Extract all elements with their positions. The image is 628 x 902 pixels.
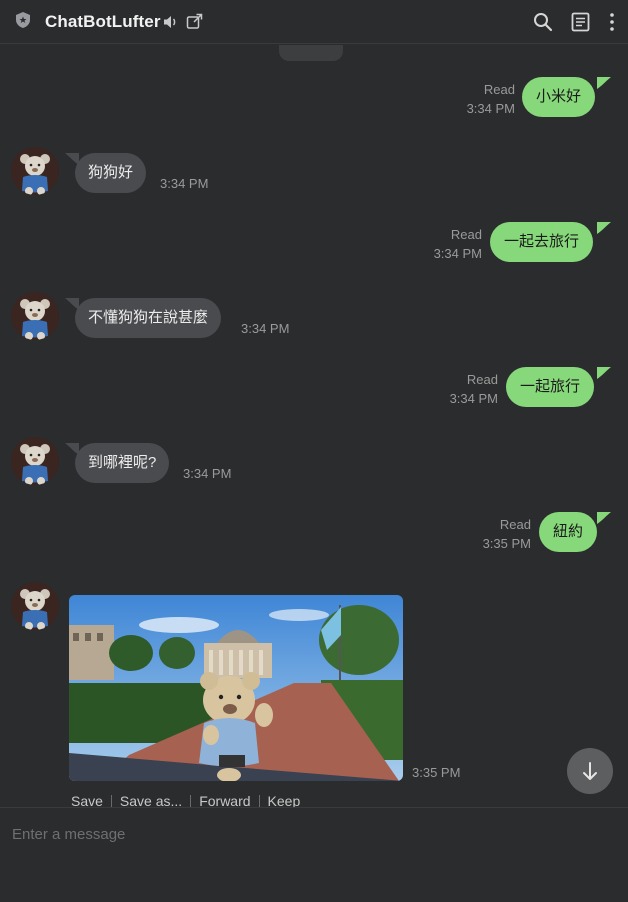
message-bubble-outgoing[interactable]: 一起旅行 bbox=[506, 367, 595, 407]
message-bubble-outgoing[interactable]: 小米好 bbox=[522, 77, 596, 117]
message-time: 3:34 PM bbox=[183, 466, 232, 481]
shield-icon bbox=[16, 12, 30, 28]
photo-image bbox=[69, 595, 403, 781]
bubble-tail bbox=[597, 77, 611, 89]
divider bbox=[258, 795, 260, 807]
more-vert-icon[interactable] bbox=[606, 12, 618, 32]
bubble-tail bbox=[597, 512, 611, 524]
message-meta: Read 3:34 PM bbox=[428, 370, 498, 408]
message-input[interactable] bbox=[12, 822, 612, 846]
scroll-to-bottom-button[interactable] bbox=[567, 748, 613, 794]
forward-link[interactable]: Forward bbox=[199, 793, 250, 807]
keep-link[interactable]: Keep bbox=[268, 793, 301, 807]
arrow-down-icon bbox=[583, 762, 597, 780]
avatar[interactable] bbox=[11, 437, 59, 485]
external-link-icon[interactable] bbox=[186, 13, 203, 30]
read-status: Read bbox=[466, 372, 498, 387]
message-bubble-outgoing[interactable]: 一起去旅行 bbox=[490, 222, 594, 262]
photo-message[interactable] bbox=[69, 595, 403, 781]
chat-header: ChatBotLufter bbox=[0, 0, 628, 44]
bear-avatar-icon bbox=[11, 292, 59, 340]
notes-icon[interactable] bbox=[571, 12, 590, 32]
message-time: 3:34 PM bbox=[160, 176, 209, 191]
divider bbox=[110, 795, 112, 807]
avatar[interactable] bbox=[11, 582, 59, 630]
message-meta: Read 3:34 PM bbox=[412, 225, 482, 263]
message-bubble-incoming[interactable]: 不懂狗狗在說甚麼 bbox=[75, 298, 222, 338]
search-icon[interactable] bbox=[533, 12, 553, 32]
chat-title[interactable]: ChatBotLufter bbox=[45, 12, 161, 32]
message-time: 3:34 PM bbox=[433, 246, 482, 261]
message-bubble-outgoing[interactable]: 紐約 bbox=[539, 512, 598, 552]
volume-icon[interactable] bbox=[163, 14, 179, 30]
message-time: 3:34 PM bbox=[449, 391, 498, 406]
bear-avatar-icon bbox=[11, 437, 59, 485]
message-meta: Read 3:34 PM bbox=[445, 80, 515, 118]
avatar[interactable] bbox=[11, 147, 59, 195]
bear-avatar-icon bbox=[11, 147, 59, 195]
composer bbox=[0, 807, 628, 902]
message-bubble-incoming[interactable]: 到哪裡呢? bbox=[75, 443, 170, 483]
message-bubble-incoming[interactable]: 狗狗好 bbox=[75, 153, 147, 193]
bubble-tail bbox=[597, 367, 611, 379]
bubble-tail bbox=[597, 222, 611, 234]
message-meta: Read 3:35 PM bbox=[461, 515, 531, 553]
message-list: Read 3:34 PM 小米好 狗狗好 3:34 PM Read 3:34 P… bbox=[0, 46, 628, 807]
read-status: Read bbox=[450, 227, 482, 242]
message-time: 3:35 PM bbox=[482, 536, 531, 551]
message-time: 3:35 PM bbox=[412, 765, 461, 780]
save-link[interactable]: Save bbox=[71, 793, 103, 807]
bear-avatar-icon bbox=[11, 582, 59, 630]
read-status: Read bbox=[499, 517, 531, 532]
divider bbox=[190, 795, 192, 807]
image-actions: Save Save as... Forward Keep bbox=[71, 793, 300, 807]
message-time: 3:34 PM bbox=[241, 321, 290, 336]
read-status: Read bbox=[483, 82, 515, 97]
avatar[interactable] bbox=[11, 292, 59, 340]
message-time: 3:34 PM bbox=[466, 101, 515, 116]
save-as-link[interactable]: Save as... bbox=[120, 793, 182, 807]
